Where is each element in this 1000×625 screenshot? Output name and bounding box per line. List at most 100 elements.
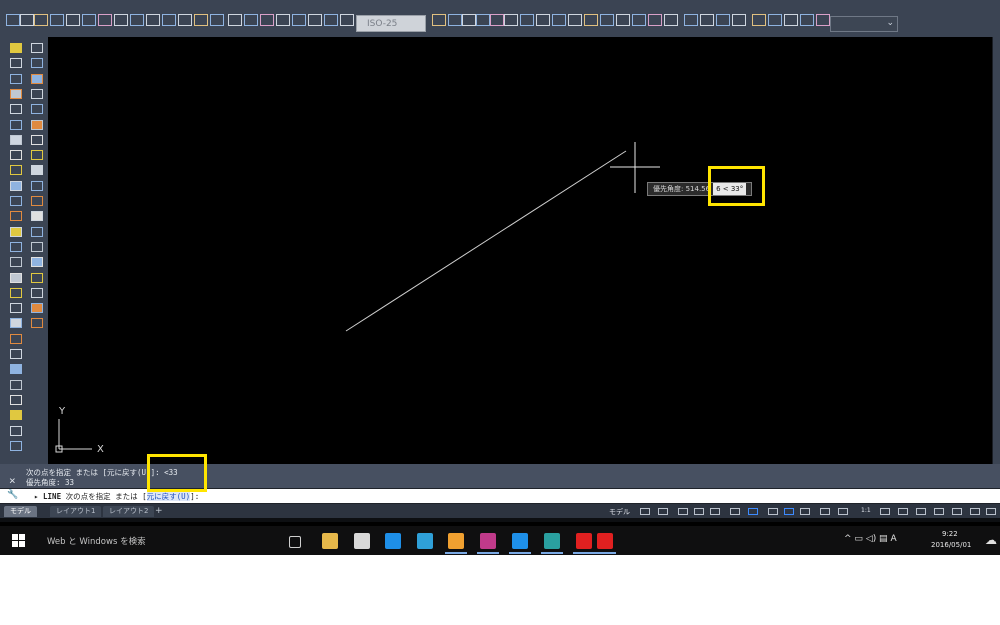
status-toggle-icon[interactable] [710,508,720,515]
taskbar-app-icon[interactable] [576,533,592,549]
tool-icon[interactable] [10,104,22,115]
toolbar-tool-icon[interactable] [616,14,630,26]
toolbar-tool-icon[interactable] [194,14,208,26]
tool-icon[interactable] [31,43,43,53]
prompt-option-undo[interactable]: 元に戻す(U) [146,492,191,501]
toolbar-tool-icon[interactable] [600,14,614,26]
taskbar-app-icon[interactable] [480,533,496,549]
taskbar-app-icon[interactable] [322,533,338,549]
toolbar-tool-icon[interactable] [536,14,550,26]
toolbar-tool-icon[interactable] [568,14,582,26]
toolbar-tool-icon[interactable] [228,14,242,26]
toolbar-tool-icon[interactable] [816,14,830,26]
tool-icon[interactable] [31,226,43,237]
toolbar-tool-icon[interactable] [162,14,176,26]
tool-icon[interactable] [10,241,22,252]
tool-icon[interactable] [31,150,43,161]
tool-icon[interactable] [10,272,22,283]
toolbar-tool-icon[interactable] [244,14,258,26]
status-toggle-icon[interactable] [952,508,962,515]
tool-icon[interactable] [10,150,22,161]
taskbar-search-box[interactable]: Web と Windows を検索 [47,535,146,547]
taskbar-app-icon[interactable] [544,533,560,549]
tool-icon[interactable] [10,287,22,298]
toolbar-tool-icon[interactable] [210,14,224,26]
toolbar-tool-icon[interactable] [476,14,490,26]
toolbar-tool-icon[interactable] [520,14,534,26]
status-toggle-icon[interactable] [678,508,688,515]
toolbar-tool-icon[interactable] [432,14,446,26]
toolbar-tool-icon[interactable] [490,14,504,26]
toolbar-tool-icon[interactable] [462,14,476,26]
right-panel-edge[interactable] [992,37,1000,464]
tool-icon[interactable] [31,287,43,298]
status-toggle-icon[interactable] [748,508,758,515]
taskbar-app-icon[interactable] [448,533,464,549]
layer-dropdown[interactable]: ⌄ [830,16,898,32]
taskbar-app-icon[interactable] [289,536,301,548]
toolbar-tool-icon[interactable] [732,14,746,26]
taskbar-app-icon[interactable] [417,533,433,549]
toolbar-tool-icon[interactable] [768,14,782,26]
toolbar-tool-icon[interactable] [50,14,64,26]
toolbar-tool-icon[interactable] [114,14,128,26]
toolbar-tool-icon[interactable] [340,14,354,26]
drawn-line[interactable] [345,150,627,332]
tool-icon[interactable] [31,58,43,69]
taskbar-app-icon[interactable] [354,533,370,549]
tool-icon[interactable] [31,318,43,329]
tool-icon[interactable] [31,134,43,145]
toolbar-tool-icon[interactable] [178,14,192,26]
tool-icon[interactable] [10,333,22,344]
system-tray[interactable]: ^ ▭ ◁) ▤ A [844,534,897,544]
tool-icon[interactable] [10,318,22,329]
tool-icon[interactable] [31,180,43,191]
toolbar-tool-icon[interactable] [20,14,34,26]
toolbar-tool-icon[interactable] [552,14,566,26]
status-toggle-icon[interactable] [916,508,926,515]
annotation-scale[interactable]: 1:1 [861,507,871,514]
status-toggle-icon[interactable] [934,508,944,515]
tab-model[interactable]: モデル [4,506,37,517]
tool-icon[interactable] [10,257,22,268]
drawing-canvas[interactable]: Y X 優先角度: 514.56 6 < 33° [48,37,992,464]
toolbar-tool-icon[interactable] [292,14,306,26]
tool-icon[interactable] [31,303,43,314]
tool-icon[interactable] [10,165,22,176]
tool-icon[interactable] [10,410,22,421]
tool-icon[interactable] [10,379,22,390]
close-icon[interactable]: × [9,474,16,487]
tool-icon[interactable] [10,196,22,206]
tool-icon[interactable] [31,196,43,206]
tool-icon[interactable] [10,226,22,237]
tool-icon[interactable] [10,440,22,451]
toolbar-tool-icon[interactable] [308,14,322,26]
taskbar-app-icon[interactable] [597,533,613,549]
clock-date[interactable]: 2016/05/01 [931,541,971,549]
status-toggle-icon[interactable] [784,508,794,515]
toolbar-tool-icon[interactable] [276,14,290,26]
toolbar-tool-icon[interactable] [504,14,518,26]
toolbar-tool-icon[interactable] [260,14,274,26]
toolbar-tool-icon[interactable] [6,14,20,26]
status-toggle-icon[interactable] [880,508,890,515]
status-toggle-icon[interactable] [658,508,668,515]
toolbar-tool-icon[interactable] [684,14,698,26]
status-toggle-icon[interactable] [820,508,830,515]
tool-icon[interactable] [10,134,22,145]
toolbar-tool-icon[interactable] [664,14,678,26]
toolbar-tool-icon[interactable] [130,14,144,26]
notification-icon[interactable]: ☁ [985,533,997,547]
tool-icon[interactable] [31,119,43,130]
tab-layout1[interactable]: レイアウト1 [50,506,102,517]
status-toggle-icon[interactable] [768,508,778,515]
toolbar-tool-icon[interactable] [324,14,338,26]
toolbar-tool-icon[interactable] [66,14,80,26]
status-toggle-icon[interactable] [800,508,810,515]
status-toggle-icon[interactable] [986,508,996,515]
tool-icon[interactable] [31,88,43,99]
toolbar-tool-icon[interactable] [700,14,714,26]
toolbar-tool-icon[interactable] [34,14,48,26]
tool-icon[interactable] [10,211,22,222]
toolbar-tool-icon[interactable] [82,14,96,26]
